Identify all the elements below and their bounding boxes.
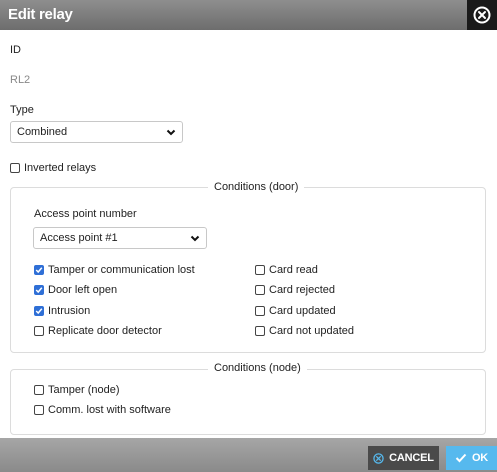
card-rejected-label: Card rejected [269, 284, 336, 296]
tamper-node-checkbox[interactable]: Tamper (node) [34, 383, 120, 397]
replicate-door-detector-label: Replicate door detector [48, 325, 162, 337]
card-updated-label: Card updated [269, 305, 336, 317]
access-point-select[interactable]: Access point #1 [33, 227, 207, 249]
checkbox-box [255, 306, 265, 316]
type-select-value: Combined [17, 126, 68, 138]
card-not-updated-checkbox[interactable]: Card not updated [255, 324, 354, 338]
access-point-label: Access point number [34, 208, 137, 220]
checkbox-box [34, 285, 44, 295]
checkbox-box [10, 163, 20, 173]
tamper-comm-lost-checkbox[interactable]: Tamper or communication lost [34, 263, 195, 277]
card-not-updated-label: Card not updated [269, 325, 355, 337]
dialog-titlebar: Edit relay [0, 0, 497, 30]
checkbox-box [255, 285, 265, 295]
checkbox-box [34, 306, 44, 316]
cancel-circle-icon [373, 452, 384, 464]
intrusion-checkbox[interactable]: Intrusion [34, 304, 90, 318]
ok-button-label: OK [471, 452, 489, 464]
tamper-node-label: Tamper (node) [48, 384, 120, 396]
checkbox-box [34, 265, 44, 275]
checkbox-box [34, 385, 44, 395]
access-point-select-value: Access point #1 [40, 232, 118, 244]
comm-lost-software-label: Comm. lost with software [48, 404, 171, 416]
card-rejected-checkbox[interactable]: Card rejected [255, 283, 335, 297]
chevron-down-icon [166, 129, 176, 136]
intrusion-label: Intrusion [48, 305, 91, 317]
conditions-node-fieldset [10, 369, 486, 435]
card-read-label: Card read [269, 264, 318, 276]
type-label: Type [10, 104, 34, 116]
close-circle-icon [473, 6, 491, 24]
checkbox-box [255, 326, 265, 336]
door-left-open-checkbox[interactable]: Door left open [34, 283, 117, 297]
checkbox-box [34, 405, 44, 415]
conditions-node-legend: Conditions (node) [208, 362, 307, 374]
inverted-relays-label: Inverted relays [24, 162, 97, 174]
card-updated-checkbox[interactable]: Card updated [255, 304, 336, 318]
tamper-comm-lost-label: Tamper or communication lost [48, 264, 195, 276]
inverted-relays-checkbox[interactable]: Inverted relays [10, 161, 96, 175]
checkbox-box [255, 265, 265, 275]
id-label: ID [10, 44, 21, 56]
checkbox-box [34, 326, 44, 336]
conditions-door-legend: Conditions (door) [208, 181, 305, 193]
cancel-button[interactable]: CANCEL [368, 446, 439, 470]
checkmark-icon [455, 453, 467, 463]
dialog-title: Edit relay [8, 6, 73, 23]
id-value: RL2 [10, 74, 31, 86]
replicate-door-detector-checkbox[interactable]: Replicate door detector [34, 324, 162, 338]
ok-button[interactable]: OK [446, 446, 497, 470]
comm-lost-software-checkbox[interactable]: Comm. lost with software [34, 403, 171, 417]
card-read-checkbox[interactable]: Card read [255, 263, 318, 277]
cancel-button-label: CANCEL [389, 452, 434, 464]
chevron-down-icon [190, 235, 200, 242]
dialog-footer: CANCEL OK [0, 438, 497, 472]
dialog-content: ID RL2 Type Combined Inverted relays Con… [0, 30, 497, 438]
close-button[interactable] [467, 0, 497, 30]
type-select[interactable]: Combined [10, 121, 183, 143]
door-left-open-label: Door left open [48, 284, 118, 296]
